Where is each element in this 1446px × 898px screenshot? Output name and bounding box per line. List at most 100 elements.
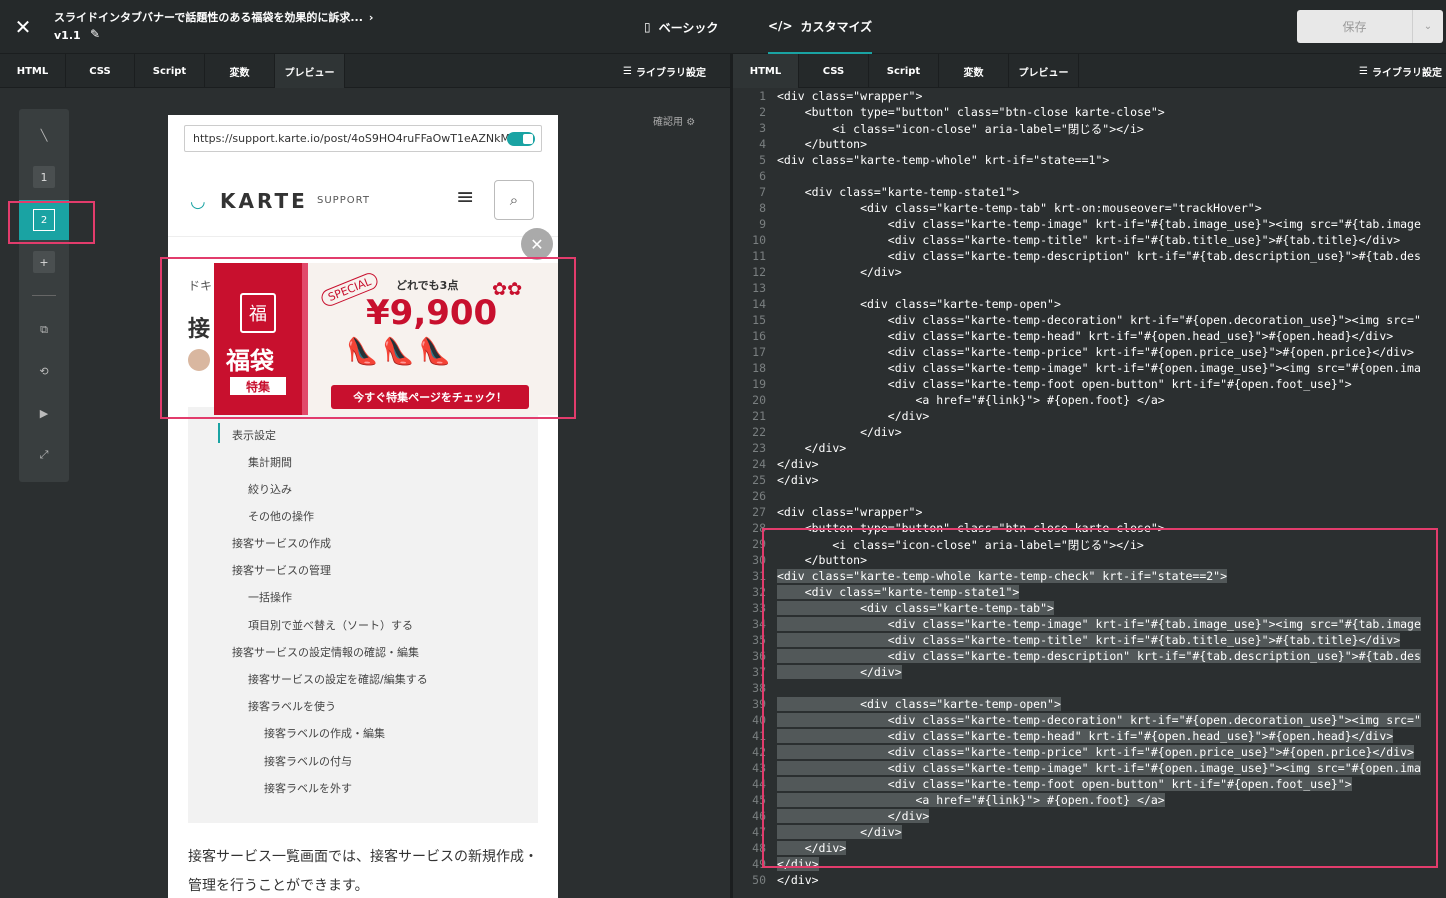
tab-css-right[interactable]: CSS [799,54,869,88]
play-icon[interactable]: ▶ [33,402,55,424]
code-line[interactable]: 24 </div> [733,457,1446,473]
code-text: <div class="karte-temp-title" krt-if="#{… [777,233,1401,247]
line-number: 26 [752,489,766,503]
tab-html-left[interactable]: HTML [0,54,66,88]
code-line[interactable]: 9 <div class="karte-temp-image" krt-if="… [733,217,1446,233]
code-line[interactable]: 14 <div class="karte-temp-open"> [733,297,1446,313]
code-line[interactable]: 26 [733,489,1446,505]
code-text: </div> [777,265,902,279]
tab-variables-right[interactable]: 変数 [939,54,1009,88]
chevron-down-icon[interactable]: ⌄ [1413,10,1443,43]
article-body: 接客サービス一覧画面では、接客サービスの新規作成・管理を行うことができます。 [188,849,538,894]
code-line[interactable]: 15 <div class="karte-temp-decoration" kr… [733,313,1446,329]
expand-icon[interactable]: ⤢ [33,444,55,466]
library-settings-right[interactable]: ☰ ライブラリ設定 [1359,54,1442,88]
karte-logo-icon: ◡ [190,191,206,212]
highlight-code-block [762,528,1438,868]
mode-basic-tab[interactable]: ▯ ベーシック [644,0,718,54]
sliders-icon: ☰ [623,65,632,77]
code-line[interactable]: 17 <div class="karte-temp-price" krt-if=… [733,345,1446,361]
tab-html-right[interactable]: HTML [733,54,799,88]
url-field[interactable]: https://support.karte.io/post/4oS9HO4ruF… [184,125,542,152]
devices-icon[interactable]: ⧉ [33,319,55,341]
mode-custom-tab[interactable]: </> カスタマイズ [768,0,873,54]
code-line[interactable]: 8 <div class="karte-temp-tab" krt-on:mou… [733,201,1446,217]
code-line[interactable]: 12 </div> [733,265,1446,281]
line-number: 10 [752,233,766,247]
menu-icon[interactable]: ≡ [456,185,474,210]
logo-subtext: SUPPORT [317,195,370,206]
pencil-icon[interactable]: ✎ [90,27,100,41]
code-line[interactable]: 1 <div class="wrapper"> [733,89,1446,105]
code-line[interactable]: 22 </div> [733,425,1446,441]
layout-icon: ▯ [644,20,651,34]
toc-item[interactable]: 接客サービスの管理 [232,562,331,578]
code-line[interactable]: 13 [733,281,1446,297]
state-1-button[interactable]: 1 [33,166,55,188]
line-number: 25 [752,473,766,487]
toc-item[interactable]: 絞り込み [248,481,292,497]
code-line[interactable]: 10 <div class="karte-temp-title" krt-if=… [733,233,1446,249]
tab-script-left[interactable]: Script [135,54,205,88]
code-line[interactable]: 18 <div class="karte-temp-image" krt-if=… [733,361,1446,377]
code-line[interactable]: 21 </div> [733,409,1446,425]
toc-item[interactable]: 接客ラベルの作成・編集 [264,725,385,741]
url-toggle[interactable] [507,132,535,146]
code-text: <div class="karte-temp-open"> [777,297,1061,311]
code-text: <div class="karte-temp-price" krt-if="#{… [777,345,1414,359]
code-line[interactable]: 20 <a href="#{link}"> #{open.foot} </a> [733,393,1446,409]
code-text: </div> [777,441,847,455]
close-icon[interactable]: ✕ [12,15,34,39]
tab-script-right[interactable]: Script [869,54,939,88]
toc-item[interactable]: 接客ラベルの付与 [264,753,352,769]
toc-item[interactable]: 集計期間 [248,454,292,470]
library-settings-label: ライブラリ設定 [635,67,706,79]
code-text: </div> [777,873,819,887]
code-line[interactable]: 19 <div class="karte-temp-foot open-butt… [733,377,1446,393]
code-line[interactable]: 27 <div class="wrapper"> [733,505,1446,521]
tab-css-left[interactable]: CSS [66,54,135,88]
code-line[interactable]: 25 </div> [733,473,1446,489]
toc-item[interactable]: 一括操作 [248,589,292,605]
line-number: 16 [752,329,766,343]
document-title-text: スライドインタブバナーで話題性のある福袋を効果的に訴求... [54,11,363,24]
code-text: <div class="karte-temp-whole" krt-if="st… [777,153,1110,167]
line-number: 23 [752,441,766,455]
toc-item[interactable]: 接客サービスの作成 [232,535,331,551]
toc-item[interactable]: 項目別で並べ替え（ソート）する [248,617,413,633]
toc-item[interactable]: 接客サービスの設定情報の確認・編集 [232,644,419,660]
tab-preview-left[interactable]: プレビュー [275,54,345,88]
line-number: 11 [752,249,766,263]
code-line[interactable]: 11 <div class="karte-temp-description" k… [733,249,1446,265]
code-line[interactable]: 2 <button type="button" class="btn-close… [733,105,1446,121]
add-state-button[interactable]: + [33,251,55,273]
code-line[interactable]: 3 <i class="icon-close" aria-label="閉じる"… [733,121,1446,137]
library-settings-left[interactable]: ☰ ライブラリ設定 [623,54,706,88]
confirm-toggle[interactable]: 確認用 ⚙ [653,113,695,128]
toc-item[interactable]: 接客ラベルを外す [264,780,352,796]
banner-close-button[interactable]: ✕ [521,228,553,260]
code-text: <div class="karte-temp-state1"> [777,185,1020,199]
mode-custom-label: カスタマイズ [800,19,873,34]
tab-preview-right[interactable]: プレビュー [1009,54,1079,88]
tab-variables-left[interactable]: 変数 [205,54,275,88]
slash-icon[interactable]: ╲ [33,124,55,146]
rotate-icon[interactable]: ⟲ [33,360,55,382]
code-line[interactable]: 6 [733,169,1446,185]
code-line[interactable]: 16 <div class="karte-temp-head" krt-if="… [733,329,1446,345]
code-line[interactable]: 23 </div> [733,441,1446,457]
toolbar-divider [32,295,56,296]
document-title[interactable]: スライドインタブバナーで話題性のある福袋を効果的に訴求... › [54,9,373,25]
save-button[interactable]: 保存 ⌄ [1297,10,1443,43]
search-button[interactable]: ⌕ [494,180,534,220]
toc-item[interactable]: 接客サービスの設定を確認/編集する [248,671,428,687]
code-line[interactable]: 7 <div class="karte-temp-state1"> [733,185,1446,201]
toc-item[interactable]: 表示設定 [232,427,276,443]
toc-item[interactable]: 接客ラベルを使う [248,698,336,714]
code-line[interactable]: 4 </button> [733,137,1446,153]
line-number: 18 [752,361,766,375]
line-number: 15 [752,313,766,327]
code-line[interactable]: 50 </div> [733,873,1446,889]
toc-item[interactable]: その他の操作 [248,508,314,524]
code-line[interactable]: 5 <div class="karte-temp-whole" krt-if="s… [733,153,1446,169]
